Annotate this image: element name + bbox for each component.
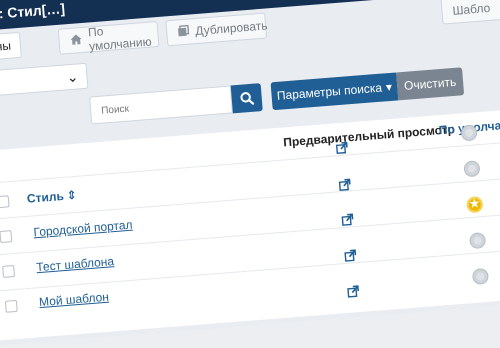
external-link-icon[interactable] — [347, 284, 360, 303]
page-title: ны: Стил[…] — [0, 0, 66, 24]
filter-select[interactable]: т ⌄ — [0, 62, 89, 99]
templates-button-label: Шаблоны — [0, 38, 12, 57]
external-link-icon[interactable] — [341, 212, 354, 231]
default-button-label: По умолчанию — [87, 24, 153, 54]
search-input[interactable]: Поиск — [89, 85, 233, 125]
search-button[interactable] — [230, 83, 263, 114]
sort-icon: ⇕ — [66, 187, 78, 203]
row-checkbox[interactable] — [4, 299, 18, 313]
caret-down-icon: ▾ — [385, 79, 393, 95]
toolbar-right-button[interactable]: Шабло — [440, 0, 500, 25]
row-checkbox[interactable] — [2, 265, 16, 278]
home-icon — [69, 32, 83, 48]
row-checkbox[interactable] — [0, 230, 13, 244]
clear-button-label: Очистить — [403, 74, 457, 93]
external-link-icon[interactable] — [344, 248, 357, 267]
external-link-icon[interactable] — [338, 177, 351, 196]
chevron-down-icon: ⌄ — [66, 68, 80, 86]
search-options-button[interactable]: Параметры поиска ▾ — [270, 72, 399, 111]
duplicate-button-label: Дублировать — [194, 18, 268, 39]
column-header-style-label: Стиль — [26, 188, 65, 206]
page-stage: ны: Стил[…] Шаблоны По умолчанию Дублиро… — [0, 0, 500, 347]
templates-button[interactable]: Шаблоны — [0, 31, 22, 64]
default-star-icon[interactable]: ★ — [466, 195, 484, 214]
search-options-label: Параметры поиска — [276, 80, 383, 103]
copy-icon — [177, 24, 190, 40]
duplicate-button[interactable]: Дублировать — [165, 12, 268, 47]
select-all-checkbox[interactable] — [0, 195, 10, 209]
external-link-icon[interactable] — [335, 140, 348, 159]
toolbar-right-label: Шабло — [451, 0, 491, 18]
default-button[interactable]: По умолчанию — [57, 21, 160, 55]
clear-button[interactable]: Очистить — [396, 67, 465, 101]
